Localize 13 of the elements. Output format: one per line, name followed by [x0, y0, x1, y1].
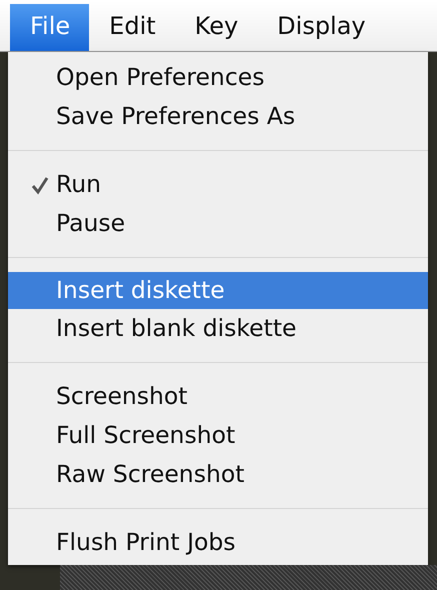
menu-item[interactable]: Pause [56, 204, 126, 243]
menu-bar-item[interactable]: Edit [89, 4, 175, 51]
menu-item[interactable]: Save Preferences As [56, 97, 296, 136]
menu-bar-item[interactable]: Key [174, 4, 258, 51]
menu-bar-item[interactable]: File [10, 4, 90, 51]
menu-item[interactable]: Insert blank diskette [56, 309, 296, 348]
menu-item[interactable]: Flush Print Jobs [56, 523, 236, 562]
menu-item[interactable]: Screenshot [56, 377, 188, 416]
menu-bar-item[interactable]: Display [257, 4, 385, 51]
menu-item[interactable]: Open Preferences [56, 58, 264, 97]
menu-item[interactable]: Raw Screenshot [56, 455, 244, 494]
menu-item[interactable]: Run [56, 165, 102, 204]
menu-item[interactable]: Full Screenshot [56, 416, 236, 455]
